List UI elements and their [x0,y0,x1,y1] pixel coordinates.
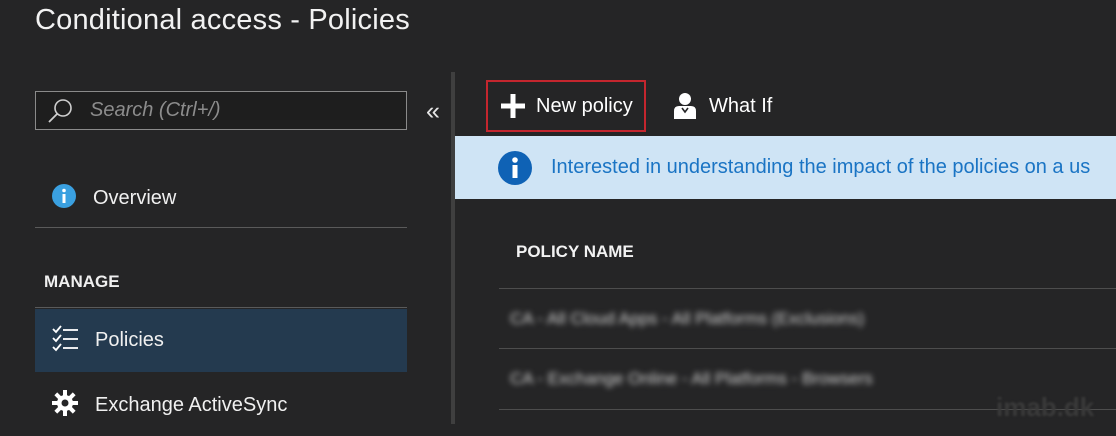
divider [35,307,407,308]
sidebar-item-label: Policies [95,329,164,351]
row-divider [499,288,1116,289]
sidebar-item-label: Exchange ActiveSync [95,393,288,416]
divider [35,227,407,228]
info-banner-text: Interested in understanding the impact o… [551,156,1091,178]
column-header-policy-name[interactable]: POLICY NAME [516,242,634,262]
info-icon [51,183,77,214]
page-title: Conditional access - Policies [35,4,410,36]
sidebar-item-exchange-activesync[interactable]: Exchange ActiveSync [35,374,407,436]
sidebar-item-label: Overview [93,186,177,209]
what-if-label: What If [709,94,773,117]
blade-splitter [451,72,455,424]
watermark: imab.dk [996,392,1095,422]
table-row[interactable]: CA - All Cloud Apps - All Platforms (Exc… [510,309,864,333]
sidebar-item-policies[interactable]: Policies [35,309,407,372]
search-box[interactable] [35,91,407,130]
checklist-icon [51,324,79,357]
sidebar-item-overview[interactable]: Overview [35,167,407,229]
info-banner[interactable]: Interested in understanding the impact o… [455,136,1116,199]
new-policy-label: New policy [536,94,633,117]
new-policy-button[interactable]: New policy [486,80,646,132]
user-icon [674,93,696,119]
collapse-sidebar-button[interactable]: « [426,97,440,126]
what-if-button[interactable]: What If [673,80,772,132]
section-label-manage: MANAGE [44,272,120,291]
gear-icon [51,389,79,422]
table-row[interactable]: CA - Exchange Online - All Platforms - B… [510,369,873,393]
search-icon [48,98,72,123]
plus-icon [501,94,525,118]
search-input[interactable] [88,98,388,123]
info-icon [498,150,532,185]
row-divider [499,348,1116,349]
